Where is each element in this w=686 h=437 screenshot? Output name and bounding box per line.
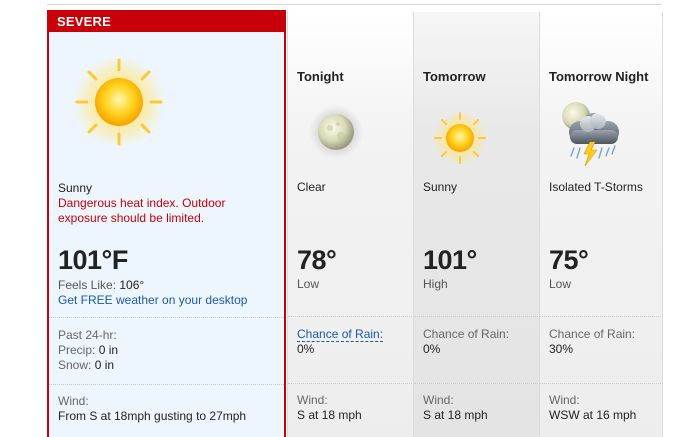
wind-label: Wind: <box>58 394 89 408</box>
top-divider <box>47 4 662 5</box>
hi-lo-label: Low <box>297 277 320 291</box>
forecast-condition: Isolated T-Storms <box>549 180 643 194</box>
forecast-column-tomorrow-night[interactable]: Tomorrow Night Isolated T-Storms 75° Low… <box>539 12 663 437</box>
precip-label: Precip: <box>58 343 96 357</box>
chance-of-rain-value: 0% <box>297 342 315 356</box>
chance-of-rain-value: 0% <box>423 342 441 356</box>
wind-block: Wind: From S at 18mph gusting to 27mph <box>58 394 246 424</box>
chance-of-rain-link[interactable]: Chance of Rain: <box>297 327 384 342</box>
wind-block: Wind: S at 18 mph <box>423 393 488 423</box>
wind-label: Wind: <box>297 393 328 407</box>
forecast-column-tomorrow[interactable]: Tomorrow Sunny 101° High Chance of Rain:… <box>413 12 540 437</box>
section-divider <box>49 384 284 385</box>
snow-value: 0 in <box>94 358 115 372</box>
section-divider <box>288 383 414 384</box>
section-divider <box>414 316 540 317</box>
forecast-column-tonight[interactable]: Tonight Clear 78° Low Chance of Rain: 0%… <box>287 12 414 437</box>
rain-block: Chance of Rain: 30% <box>549 327 635 357</box>
forecast-temperature: 75° <box>549 245 589 275</box>
forecast-condition: Clear <box>297 180 326 194</box>
feels-like: Feels Like: 106° <box>58 278 144 292</box>
snow-label: Snow: <box>58 358 92 372</box>
section-divider <box>540 383 663 384</box>
current-condition: Sunny <box>58 181 93 195</box>
wind-block: Wind: WSW at 16 mph <box>549 393 636 423</box>
chance-of-rain-label: Chance of Rain: <box>549 327 636 341</box>
wind-value: S at 18 mph <box>423 408 488 422</box>
section-divider <box>49 317 284 318</box>
feels-like-label: Feels Like: <box>58 278 117 292</box>
past-24hr-label: Past 24-hr: <box>58 328 117 342</box>
precip-value: 0 in <box>98 343 119 357</box>
heat-alert-message[interactable]: Dangerous heat index. Outdoor exposure s… <box>58 196 268 226</box>
wind-block: Wind: S at 18 mph <box>297 393 362 423</box>
current-conditions-panel: SEVERE Sunny Dangerous heat index. Outdo… <box>47 10 286 437</box>
forecast-temperature: 101° <box>423 245 477 275</box>
feels-like-value: 106° <box>119 278 145 292</box>
wind-value: WSW at 16 mph <box>549 408 637 422</box>
section-divider <box>414 383 540 384</box>
hi-lo-label: High <box>423 277 448 291</box>
rain-block: Chance of Rain: 0% <box>423 327 509 357</box>
period-title: Tomorrow <box>423 69 486 84</box>
wind-value: S at 18 mph <box>297 408 362 422</box>
hi-lo-label: Low <box>549 277 572 291</box>
past-24hr-block: Past 24-hr: Precip: 0 in Snow: 0 in <box>58 328 118 373</box>
wind-value: From S at 18mph gusting to 27mph <box>58 409 247 423</box>
moon-icon <box>309 105 363 159</box>
forecast-temperature: 78° <box>297 245 337 275</box>
desktop-weather-link[interactable]: Get FREE weather on your desktop <box>58 293 247 307</box>
severe-badge: SEVERE <box>49 12 284 32</box>
wind-label: Wind: <box>549 393 580 407</box>
period-title: Tomorrow Night <box>549 69 649 84</box>
sun-icon <box>433 111 487 165</box>
right-border <box>662 12 663 437</box>
chance-of-rain-label: Chance of Rain: <box>423 327 510 341</box>
section-divider <box>288 316 414 317</box>
thunderstorm-night-icon <box>562 102 619 167</box>
sun-icon <box>73 56 165 148</box>
wind-label: Wind: <box>423 393 454 407</box>
period-title: Tonight <box>297 69 344 84</box>
forecast-condition: Sunny <box>423 180 458 194</box>
chance-of-rain-value: 30% <box>549 342 574 356</box>
section-divider <box>540 316 663 317</box>
rain-block: Chance of Rain: 0% <box>297 327 384 357</box>
current-temperature: 101°F <box>58 245 128 275</box>
